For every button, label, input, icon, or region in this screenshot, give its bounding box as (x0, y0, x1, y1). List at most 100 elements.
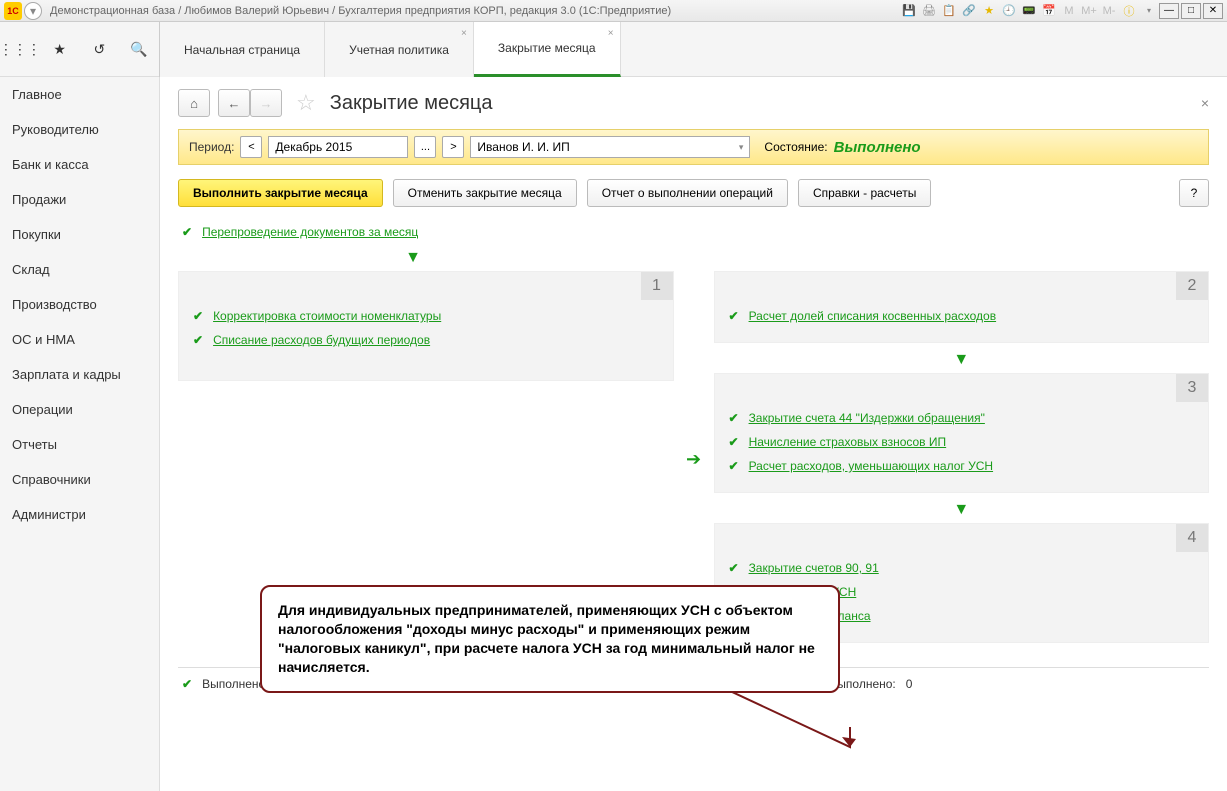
sidebar-item-assets[interactable]: ОС и НМА (0, 322, 159, 357)
history-icon[interactable]: 🕘 (1001, 3, 1017, 19)
tab-accounting-policy[interactable]: Учетная политика × (325, 22, 474, 77)
tab-label: Закрытие месяца (498, 41, 596, 55)
operation-link[interactable]: Списание расходов будущих периодов (213, 333, 430, 347)
sidebar-item-purchases[interactable]: Покупки (0, 217, 159, 252)
sidebar-item-payroll[interactable]: Зарплата и кадры (0, 357, 159, 392)
check-icon: ✔ (182, 677, 192, 691)
window-title: Демонстрационная база / Любимов Валерий … (50, 5, 901, 17)
operation-link[interactable]: Закрытие счета 44 "Издержки обращения" (749, 411, 985, 425)
sidebar-item-warehouse[interactable]: Склад (0, 252, 159, 287)
report-button[interactable]: Отчет о выполнении операций (587, 179, 788, 207)
period-label: Период: (189, 140, 234, 154)
operation-link[interactable]: Расчет долей списания косвенных расходов (749, 309, 997, 323)
search-icon[interactable]: 🔍 (129, 40, 149, 60)
close-window-button[interactable]: ✕ (1203, 3, 1223, 19)
stage-number: 1 (641, 272, 673, 300)
stage-number: 2 (1176, 272, 1208, 300)
tab-start-page[interactable]: Начальная страница (160, 22, 325, 77)
section-panel: Главное Руководителю Банк и касса Продаж… (0, 77, 160, 791)
link-icon[interactable]: 🔗 (961, 3, 977, 19)
calculator-icon[interactable]: 📟 (1021, 3, 1037, 19)
home-button[interactable]: ⌂ (178, 89, 210, 117)
organization-field[interactable]: Иванов И. И. ИП ▾ (470, 136, 750, 158)
operation-link[interactable]: Расчет расходов, уменьшающих налог УСН (749, 459, 994, 473)
print-icon[interactable]: 🖨 (921, 3, 937, 19)
sidebar-item-production[interactable]: Производство (0, 287, 159, 322)
favorites-icon[interactable]: ★ (50, 40, 70, 60)
operation-link-repost[interactable]: Перепроведение документов за месяц (202, 225, 418, 239)
arrow-down-icon: ▼ (714, 347, 1210, 373)
sidebar-item-admin[interactable]: Администри (0, 497, 159, 532)
undone-count: 0 (906, 677, 913, 691)
calendar-icon[interactable]: 📅 (1041, 3, 1057, 19)
app-logo-icon: 1C (4, 2, 22, 20)
tab-month-closing[interactable]: Закрытие месяца × (474, 22, 621, 77)
quick-tools: ⋮⋮⋮ ★ ↺ 🔍 (0, 22, 160, 77)
info-icon[interactable]: ⓘ (1121, 3, 1137, 19)
m-button[interactable]: M (1061, 3, 1077, 19)
favorite-icon[interactable]: ★ (981, 3, 997, 19)
check-icon: ✔ (193, 333, 203, 347)
operation-link[interactable]: Закрытие счетов 90, 91 (749, 561, 879, 575)
arrow-down-icon: ▼ (714, 497, 1210, 523)
top-toolbar: ⋮⋮⋮ ★ ↺ 🔍 Начальная страница Учетная пол… (0, 22, 1227, 77)
check-icon: ✔ (182, 225, 192, 239)
chevron-down-icon[interactable]: ▾ (739, 142, 744, 153)
close-icon[interactable]: × (608, 28, 614, 39)
done-label: Выполнено: (202, 677, 268, 691)
system-tray: 💾 🖨 📋 🔗 ★ 🕘 📟 📅 M M+ M- ⓘ ▾ (901, 3, 1157, 19)
history-back-button[interactable]: ▾ (24, 2, 42, 20)
info-callout: Для индивидуальных предпринимателей, при… (260, 585, 840, 693)
check-icon: ✔ (729, 459, 739, 473)
sidebar-item-manager[interactable]: Руководителю (0, 112, 159, 147)
sidebar-item-reports[interactable]: Отчеты (0, 427, 159, 462)
stage-number: 4 (1176, 524, 1208, 552)
check-icon: ✔ (729, 411, 739, 425)
apps-grid-icon[interactable]: ⋮⋮⋮ (10, 40, 30, 60)
status-value: Выполнено (834, 139, 921, 156)
m-plus-button[interactable]: M+ (1081, 3, 1097, 19)
sidebar-item-catalogs[interactable]: Справочники (0, 462, 159, 497)
m-minus-button[interactable]: M- (1101, 3, 1117, 19)
close-icon[interactable]: × (461, 28, 467, 39)
info-dropdown-icon[interactable]: ▾ (1141, 3, 1157, 19)
organization-value: Иванов И. И. ИП (477, 140, 569, 154)
stage-2: 2 ✔ Расчет долей списания косвенных расхо… (714, 271, 1210, 343)
period-prev-button[interactable]: < (240, 136, 262, 158)
references-button[interactable]: Справки - расчеты (798, 179, 931, 207)
back-button[interactable]: ← (218, 89, 250, 117)
period-next-button[interactable]: > (442, 136, 464, 158)
sidebar-item-bank[interactable]: Банк и касса (0, 147, 159, 182)
history-tool-icon[interactable]: ↺ (89, 40, 109, 60)
operation-link[interactable]: Корректировка стоимости номенклатуры (213, 309, 441, 323)
check-icon: ✔ (193, 309, 203, 323)
first-operation: ✔ Перепроведение документов за месяц (178, 225, 1209, 239)
cancel-closing-button[interactable]: Отменить закрытие месяца (393, 179, 577, 207)
period-bar: Период: < Декабрь 2015 ... > Иванов И. И… (178, 129, 1209, 165)
sidebar-item-operations[interactable]: Операции (0, 392, 159, 427)
check-icon: ✔ (729, 561, 739, 575)
period-value: Декабрь 2015 (275, 140, 352, 154)
maximize-button[interactable]: □ (1181, 3, 1201, 19)
sidebar-item-main[interactable]: Главное (0, 77, 159, 112)
page-title: Закрытие месяца (330, 92, 493, 115)
forward-button[interactable]: → (250, 89, 282, 117)
page-header: ⌂ ← → ☆ Закрытие месяца × (178, 89, 1209, 117)
star-icon[interactable]: ☆ (296, 90, 316, 116)
check-icon: ✔ (729, 309, 739, 323)
save-icon[interactable]: 💾 (901, 3, 917, 19)
stage-3: 3 ✔Закрытие счета 44 "Издержки обращения… (714, 373, 1210, 493)
help-button[interactable]: ? (1179, 179, 1209, 207)
check-icon: ✔ (729, 435, 739, 449)
window-titlebar: 1C ▾ Демонстрационная база / Любимов Вал… (0, 0, 1227, 22)
sidebar-item-sales[interactable]: Продажи (0, 182, 159, 217)
operation-link[interactable]: Начисление страховых взносов ИП (749, 435, 947, 449)
period-select-button[interactable]: ... (414, 136, 436, 158)
minimize-button[interactable]: — (1159, 3, 1179, 19)
period-field[interactable]: Декабрь 2015 (268, 136, 408, 158)
page-close-button[interactable]: × (1201, 95, 1209, 111)
status-label: Состояние: (764, 140, 827, 154)
action-row: Выполнить закрытие месяца Отменить закры… (178, 179, 1209, 207)
execute-button[interactable]: Выполнить закрытие месяца (178, 179, 383, 207)
clipboard-icon[interactable]: 📋 (941, 3, 957, 19)
